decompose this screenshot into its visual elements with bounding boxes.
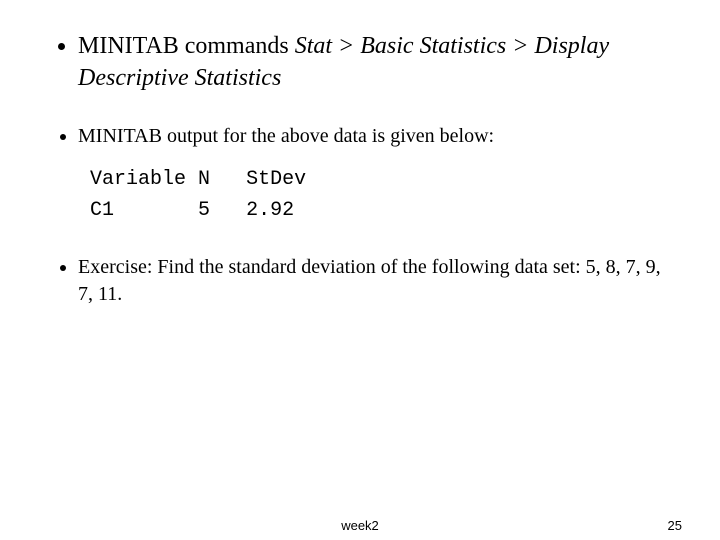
bullet-output-intro: MINITAB output for the above data is giv… bbox=[78, 123, 670, 226]
bullet-exercise: Exercise: Find the standard deviation of… bbox=[78, 254, 670, 308]
bullet-commands: MINITAB commands Stat > Basic Statistics… bbox=[78, 30, 670, 95]
bullet-output-text: MINITAB output for the above data is giv… bbox=[78, 125, 494, 147]
out-r1-col2: 5 bbox=[198, 199, 210, 222]
footer-page-number: 25 bbox=[668, 518, 682, 533]
out-h-col1: Variable bbox=[90, 168, 186, 191]
out-r1-col1: C1 bbox=[90, 199, 114, 222]
out-h-col2: N bbox=[198, 168, 210, 191]
bullet-commands-plain: MINITAB commands bbox=[78, 33, 295, 59]
footer-center: week2 bbox=[341, 518, 379, 533]
slide: MINITAB commands Stat > Basic Statistics… bbox=[0, 0, 720, 540]
out-h-col3: StDev bbox=[246, 168, 306, 191]
bullet-list: MINITAB commands Stat > Basic Statistics… bbox=[50, 30, 670, 308]
minitab-output: Variable N StDev C1 5 2.92 bbox=[90, 164, 670, 226]
bullet-exercise-text: Exercise: Find the standard deviation of… bbox=[78, 256, 661, 305]
out-r1-col3: 2.92 bbox=[246, 199, 294, 222]
